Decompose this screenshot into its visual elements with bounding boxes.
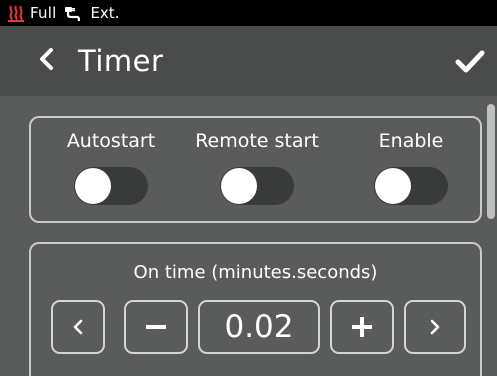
autostart-label: Autostart (66, 130, 156, 152)
on-time-value-field[interactable]: 0.02 (198, 300, 320, 354)
heater-icon (8, 4, 24, 22)
chevron-right-icon (428, 318, 442, 336)
ext-label: Ext. (90, 4, 120, 22)
previous-field-button[interactable] (51, 300, 105, 354)
toggle-knob (375, 168, 411, 204)
confirm-button[interactable] (453, 46, 487, 76)
plus-icon (352, 317, 372, 337)
remote-start-label: Remote start (195, 130, 319, 152)
on-time-card: On time (minutes.seconds) 0.02 (29, 242, 482, 376)
page-title: Timer (78, 44, 164, 78)
header-bar: Timer (0, 26, 497, 96)
enable-label: Enable (378, 130, 444, 152)
enable-toggle[interactable] (374, 167, 448, 205)
checkmark-icon (453, 50, 487, 80)
chevron-left-icon (71, 318, 85, 336)
next-field-button[interactable] (404, 300, 466, 354)
status-bar: Full Ext. (0, 0, 497, 26)
autostart-toggle[interactable] (74, 167, 148, 205)
on-time-label: On time (minutes.seconds) (133, 262, 378, 283)
plug-icon (64, 4, 84, 22)
remote-start-toggle[interactable] (220, 167, 294, 205)
autostart-group: Autostart (41, 118, 181, 205)
start-options-card: Autostart Remote start Enable (29, 116, 482, 223)
enable-group: Enable (341, 118, 481, 205)
remote-start-group: Remote start (187, 118, 327, 205)
timer-screen: Full Ext. Timer Autostart Remote start E… (0, 0, 497, 376)
back-button[interactable] (36, 46, 58, 76)
minus-icon (146, 324, 166, 330)
decrement-button[interactable] (124, 300, 188, 354)
scrollbar[interactable] (487, 104, 495, 219)
toggle-knob (75, 168, 111, 204)
increment-button[interactable] (330, 300, 394, 354)
power-level-label: Full (30, 4, 57, 22)
toggle-knob (221, 168, 257, 204)
chevron-left-icon (36, 46, 58, 76)
